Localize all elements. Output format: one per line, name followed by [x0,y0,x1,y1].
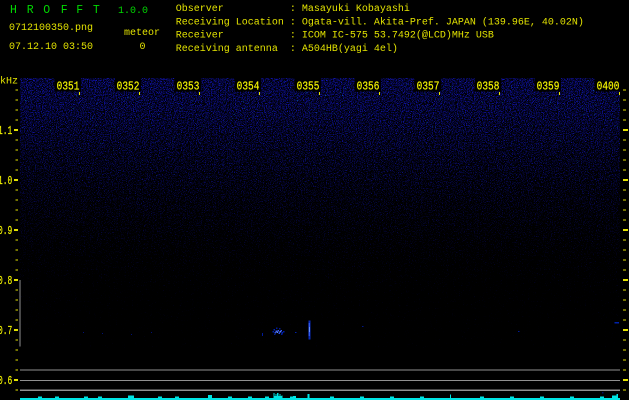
svg-text:T: T [93,4,100,17]
svg-text:07.12.10 03:50: 07.12.10 03:50 [9,42,93,53]
svg-text:0.6: 0.6 [0,375,12,389]
svg-text:1.0: 1.0 [0,175,12,189]
svg-text:0351: 0351 [57,81,80,94]
svg-text:0356: 0356 [357,81,380,94]
svg-text:Receiving Location : Ogata-vil: Receiving Location : Ogata-vill. Akita-P… [176,16,584,28]
svg-text:F: F [61,4,68,17]
svg-text:Observer : Masayuki: Observer : Masayuki Kobayashi [176,3,410,15]
svg-text:0354: 0354 [237,81,260,94]
svg-text:O: O [43,4,50,17]
svg-text:1.0.0: 1.0.0 [118,6,148,17]
svg-text:0355: 0355 [297,81,320,94]
svg-text:Receiver : ICOM IC-5: Receiver : ICOM IC-575 53.7492(@LCD)MHz … [176,30,494,42]
svg-text:Receiving antenna : A504HB(ya: Receiving antenna : A504HB(yagi 4el) [176,43,398,55]
svg-text:0: 0 [140,42,146,53]
svg-text:0400: 0400 [597,81,620,94]
svg-text:meteor: meteor [124,28,160,39]
svg-text:0353: 0353 [177,81,200,94]
svg-text:0352: 0352 [117,81,140,94]
svg-text:R: R [27,4,34,17]
svg-text:F: F [76,4,83,17]
svg-text:0.9: 0.9 [0,225,12,239]
svg-text:H: H [10,4,17,17]
svg-text:0359: 0359 [537,81,560,94]
svg-text:0712100350.png: 0712100350.png [9,23,93,34]
svg-text:0.7: 0.7 [0,325,12,339]
svg-text:1.1: 1.1 [0,125,12,139]
svg-text:0357: 0357 [417,81,440,94]
svg-text:0.8: 0.8 [0,275,12,289]
svg-text:0358: 0358 [477,81,500,94]
svg-text:kHz: kHz [0,76,18,88]
